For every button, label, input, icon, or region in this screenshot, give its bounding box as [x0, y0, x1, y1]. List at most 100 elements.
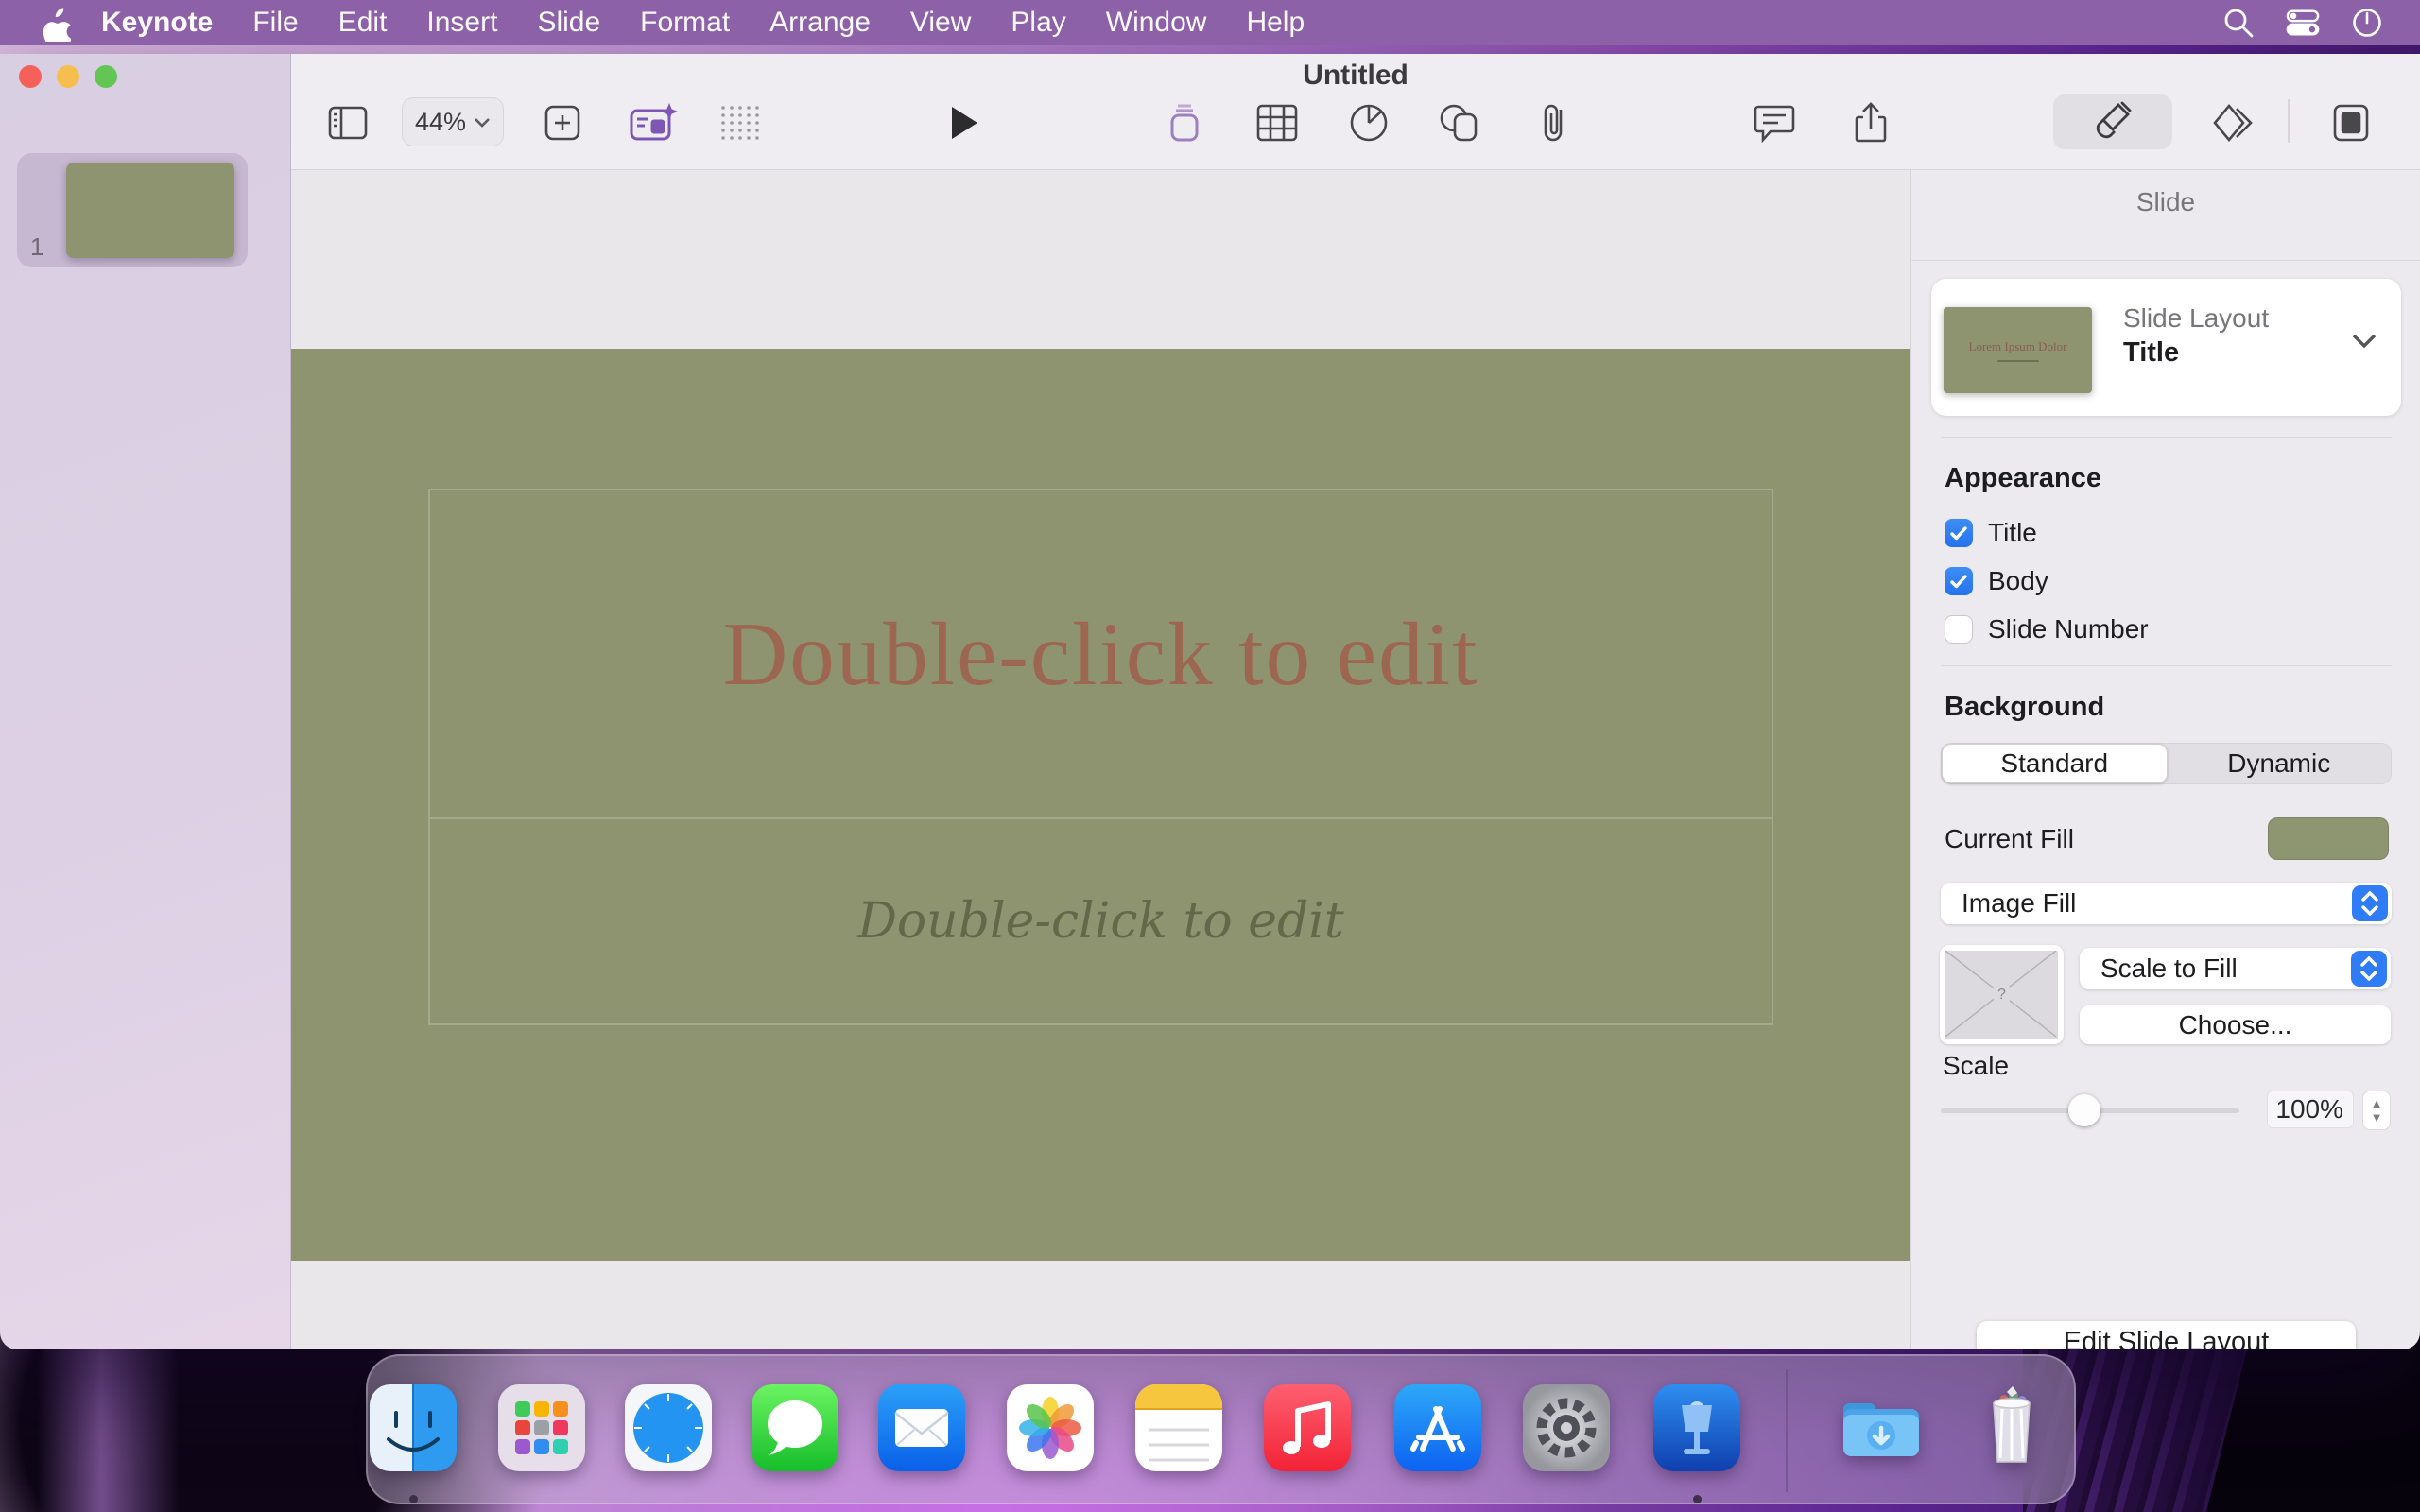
edit-slide-layout-button[interactable]: Edit Slide Layout: [1977, 1321, 2356, 1349]
menu-arrange[interactable]: Arrange: [750, 0, 890, 45]
stepper-icon[interactable]: [2352, 885, 2388, 921]
control-center-icon[interactable]: [2286, 6, 2320, 40]
slide-number-label: 1: [30, 232, 43, 262]
menu-insert[interactable]: Insert: [406, 0, 517, 45]
stepper-icon[interactable]: [2351, 951, 2387, 987]
dock-downloads-icon[interactable]: [1834, 1381, 1928, 1475]
current-fill-label: Current Fill: [1945, 824, 2074, 854]
menu-edit[interactable]: Edit: [319, 0, 407, 45]
format-brush-button[interactable]: [2092, 94, 2135, 151]
slide-1-selected[interactable]: 1: [17, 153, 248, 267]
inspector-title: Slide: [1911, 187, 2420, 217]
chart-insert-button[interactable]: [1347, 94, 1391, 151]
animate-button[interactable]: [2212, 94, 2259, 151]
current-fill-swatch[interactable]: [2268, 817, 2389, 860]
body-text-box[interactable]: Double-click to edit: [428, 819, 1773, 1025]
dock-app-store-icon[interactable]: [1391, 1381, 1485, 1475]
checkbox-unchecked-icon[interactable]: [1945, 615, 1973, 644]
apple-menu-icon[interactable]: [38, 4, 74, 42]
layout-thumb-subtitle-line: [1997, 360, 2039, 362]
dock: [366, 1354, 2076, 1504]
zoom-window-button[interactable]: [95, 65, 117, 88]
window-header: Untitled 44%: [291, 54, 2420, 170]
share-button[interactable]: [1849, 94, 1893, 151]
menu-slide[interactable]: Slide: [517, 0, 620, 45]
checkbox-label: Title: [1988, 518, 2037, 548]
magic-insert-button[interactable]: [630, 94, 679, 151]
menu-view[interactable]: View: [890, 0, 991, 45]
checkbox-checked-icon[interactable]: [1945, 519, 1973, 547]
menu-file[interactable]: File: [233, 0, 318, 45]
menu-play[interactable]: Play: [991, 0, 1085, 45]
choose-image-button[interactable]: Choose...: [2080, 1005, 2391, 1044]
zoom-level-dropdown[interactable]: 44%: [402, 97, 504, 146]
slide-layout-value: Title: [2123, 337, 2179, 369]
dock-launchpad-icon[interactable]: [494, 1381, 589, 1475]
slide-1-thumbnail[interactable]: [66, 163, 234, 258]
menu-bar-status-icons: [2221, 6, 2420, 40]
dock-safari-icon[interactable]: [621, 1381, 716, 1475]
comment-button[interactable]: [1753, 94, 1796, 151]
menu-help[interactable]: Help: [1226, 0, 1324, 45]
menu-format[interactable]: Format: [620, 0, 750, 45]
shape-insert-button[interactable]: [1437, 94, 1480, 151]
minimize-button[interactable]: [57, 65, 79, 88]
menu-items: KeynoteFileEditInsertSlideFormatArrangeV…: [81, 0, 1324, 45]
table-insert-button[interactable]: [1255, 94, 1299, 151]
dock-finder-icon[interactable]: [366, 1381, 460, 1475]
segment-dynamic[interactable]: Dynamic: [2168, 744, 2392, 783]
document-button[interactable]: [2329, 94, 2373, 151]
segment-standard[interactable]: Standard: [1942, 744, 2168, 783]
scale-value-field[interactable]: 100%: [2267, 1091, 2354, 1128]
dock-notes-icon[interactable]: [1132, 1381, 1226, 1475]
fill-type-dropdown[interactable]: Image Fill: [1941, 883, 2392, 924]
add-slide-button[interactable]: [542, 94, 583, 151]
stepper-down-icon[interactable]: ▼: [2371, 1111, 2383, 1124]
chevron-down-icon[interactable]: [2352, 334, 2377, 349]
slide-layout-label: Slide Layout: [2123, 303, 2269, 334]
checkbox-row-body[interactable]: Body: [1945, 565, 2048, 597]
running-indicator: [1693, 1495, 1702, 1503]
scale-mode-value: Scale to Fill: [2080, 954, 2351, 984]
menu-keynote[interactable]: Keynote: [81, 0, 233, 45]
title-text-box[interactable]: Double-click to edit: [428, 489, 1773, 819]
media-insert-button[interactable]: [1532, 94, 1576, 151]
view-options-button[interactable]: [327, 94, 369, 151]
close-button[interactable]: [19, 65, 42, 88]
slide-layout-card[interactable]: Lorem Ipsum Dolor Slide Layout Title: [1931, 279, 2401, 416]
text-insert-button[interactable]: [1164, 94, 1205, 151]
slide-canvas: Double-click to edit Double-click to edi…: [291, 170, 1910, 1349]
checkbox-row-title[interactable]: Title: [1945, 517, 2037, 549]
dock-system-settings-icon[interactable]: [1519, 1381, 1614, 1475]
scale-slider[interactable]: [1941, 1108, 2239, 1113]
slide-layout-thumbnail: Lorem Ipsum Dolor: [1944, 307, 2092, 393]
dock-messages-icon[interactable]: [748, 1381, 842, 1475]
choose-button-label: Choose...: [2179, 1010, 2292, 1040]
scale-stepper[interactable]: ▲▼: [2362, 1091, 2391, 1130]
dock-photos-icon[interactable]: [1003, 1381, 1098, 1475]
search-icon[interactable]: [2221, 6, 2256, 40]
dock-music-icon[interactable]: [1260, 1381, 1355, 1475]
scale-label: Scale: [1943, 1051, 2009, 1081]
checkbox-row-slide-number[interactable]: Slide Number: [1945, 613, 2149, 645]
divider: [1941, 665, 2392, 666]
rearrange-grid-icon[interactable]: [718, 94, 766, 151]
checkbox-label: Slide Number: [1988, 614, 2149, 644]
slide-body-placeholder[interactable]: Double-click to edit: [857, 893, 1344, 950]
menu-window[interactable]: Window: [1086, 0, 1227, 45]
image-fill-preview[interactable]: ?: [1940, 945, 2064, 1044]
play-button[interactable]: [945, 94, 983, 151]
stepper-up-icon[interactable]: ▲: [2371, 1097, 2383, 1109]
checkbox-checked-icon[interactable]: [1945, 567, 1973, 595]
scale-slider-thumb[interactable]: [2068, 1094, 2100, 1126]
running-indicator: [409, 1495, 418, 1503]
menu-bar: KeynoteFileEditInsertSlideFormatArrangeV…: [0, 0, 2420, 45]
slide-title-placeholder[interactable]: Double-click to edit: [723, 602, 1479, 706]
dock-mail-icon[interactable]: [874, 1381, 969, 1475]
clock-icon[interactable]: [2350, 6, 2384, 40]
slide-editor[interactable]: Double-click to edit Double-click to edi…: [291, 349, 1910, 1261]
dock-keynote-icon[interactable]: [1650, 1381, 1744, 1475]
scale-mode-dropdown[interactable]: Scale to Fill: [2080, 948, 2391, 989]
dock-trash-icon[interactable]: [1964, 1381, 2059, 1475]
window-title: Untitled: [291, 60, 2420, 92]
